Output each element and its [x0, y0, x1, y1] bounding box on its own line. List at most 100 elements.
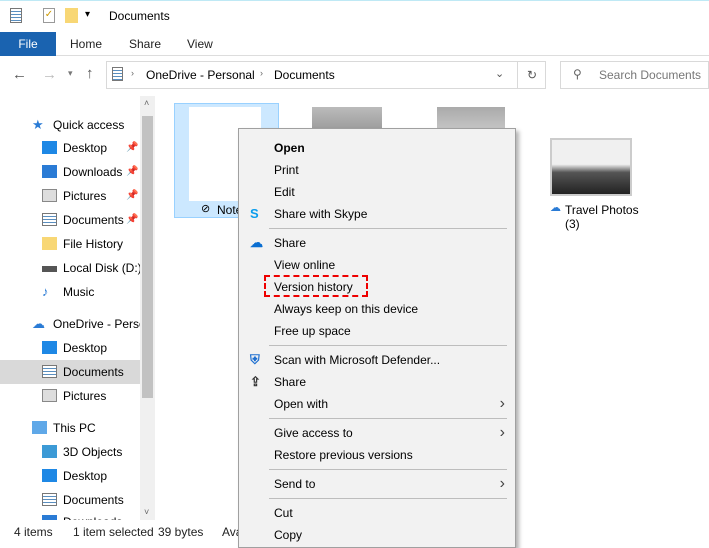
forward-icon[interactable]: →	[42, 66, 57, 83]
pin-icon[interactable]: 📌	[126, 208, 138, 232]
address-dropdown-icon[interactable]: ⌄	[495, 67, 504, 80]
documents-icon	[112, 67, 123, 81]
sidebar-item[interactable]: ♪ Music	[0, 280, 140, 304]
menu-separator	[269, 469, 507, 470]
menu-item-label: Open	[274, 141, 305, 155]
customize-toolbar-icon[interactable]: ▾	[85, 9, 90, 20]
new-folder-icon[interactable]	[65, 8, 78, 23]
menu-item-label: Give access to	[274, 426, 353, 440]
menu-item[interactable]: Give access to ›	[239, 422, 515, 444]
documents-icon	[42, 365, 57, 378]
sidebar-item-label: Desktop	[63, 141, 108, 155]
menu-item[interactable]: Open	[239, 137, 515, 159]
address-bar[interactable]: › OneDrive - Personal › Documents ⌄ ↻	[106, 61, 546, 89]
sidebar-item-label: This PC	[53, 421, 96, 435]
status-selected: 1 item selected	[73, 525, 154, 539]
menu-item-label: Free up space	[274, 324, 351, 338]
menu-item[interactable]: Share ☁	[239, 232, 515, 254]
sidebar-item[interactable]: Documents	[0, 360, 140, 384]
menu-item[interactable]: Scan with Microsoft Defender... ⛨	[239, 349, 515, 371]
recent-locations-icon[interactable]: ▾	[68, 68, 73, 79]
sidebar-item[interactable]: Downloads	[0, 510, 140, 520]
up-icon[interactable]: ↑	[86, 65, 94, 82]
onedrive-icon: ☁	[250, 235, 263, 250]
sidebar-item[interactable]: Documents 📌	[0, 208, 140, 232]
sidebar-item[interactable]: ☁ OneDrive - Personal	[0, 312, 140, 336]
menu-item[interactable]: Share with Skype S	[239, 203, 515, 225]
sidebar-item[interactable]: Pictures	[0, 384, 140, 408]
refresh-icon[interactable]: ↻	[517, 62, 546, 88]
menu-item-label: Print	[274, 163, 299, 177]
sidebar-item-label: File History	[63, 237, 124, 251]
pin-icon[interactable]: 📌	[126, 184, 138, 208]
pictures-icon	[42, 189, 57, 202]
search-input[interactable]: Search Documents	[560, 61, 709, 89]
scroll-up-icon[interactable]: ˄	[144, 98, 149, 108]
menu-separator	[269, 418, 507, 419]
nav-scrollbar-thumb[interactable]	[142, 116, 153, 398]
defender-icon: ⛨	[250, 352, 260, 367]
menu-separator	[269, 498, 507, 499]
pin-icon[interactable]: 📌	[126, 136, 138, 160]
pin-icon[interactable]: 📌	[126, 160, 138, 184]
sidebar-item[interactable]: Local Disk (D:)	[0, 256, 140, 280]
properties-icon[interactable]: ✓	[43, 8, 55, 23]
menu-item[interactable]: Send to ›	[239, 473, 515, 495]
tab-share[interactable]: Share	[129, 32, 161, 56]
sidebar-item[interactable]: Desktop	[0, 336, 140, 360]
folder-label: Travel Photos	[565, 203, 639, 217]
menu-item[interactable]: Restore previous versions	[239, 444, 515, 466]
scroll-down-icon[interactable]: ˅	[144, 507, 149, 517]
skype-icon: S	[250, 206, 259, 221]
status-bar: 4 items 1 item selected 39 bytes Availab…	[0, 520, 709, 545]
folder-icon	[42, 237, 57, 250]
menu-item-label: Restore previous versions	[274, 448, 413, 462]
menu-item[interactable]: Always keep on this device	[239, 298, 515, 320]
tab-home[interactable]: Home	[70, 32, 102, 56]
tab-view[interactable]: View	[187, 32, 213, 56]
status-size: 39 bytes	[158, 525, 204, 539]
sidebar-item[interactable]: Downloads 📌	[0, 160, 140, 184]
sidebar-item[interactable]: Desktop 📌	[0, 136, 140, 160]
sidebar-item[interactable]: Pictures 📌	[0, 184, 140, 208]
sidebar-item[interactable]: File History	[0, 232, 140, 256]
menu-item-label: Always keep on this device	[274, 302, 419, 316]
sidebar-item[interactable]: 3D Objects	[0, 440, 140, 464]
document-icon[interactable]	[10, 8, 22, 23]
sidebar-item-label: Documents	[63, 493, 124, 507]
cloud-icon: ☁	[32, 316, 45, 331]
menu-item[interactable]: View online	[239, 254, 515, 276]
folder-count: (3)	[565, 217, 580, 231]
sidebar-item[interactable]: Documents	[0, 488, 140, 512]
sidebar-item[interactable]: This PC	[0, 416, 140, 440]
back-icon[interactable]: ←	[12, 66, 27, 83]
desktop-icon	[42, 469, 57, 482]
menu-item[interactable]: Edit	[239, 181, 515, 203]
music-icon: ♪	[42, 284, 49, 299]
menu-item-label: Share	[274, 236, 307, 250]
menu-item-label: Scan with Microsoft Defender...	[274, 353, 441, 367]
context-menu: Open Print Edit Share with Skype S Share ☁ View…	[238, 128, 516, 548]
download-icon	[42, 165, 57, 178]
breadcrumb-documents[interactable]: Documents	[274, 68, 335, 82]
sidebar-item-label: 3D Objects	[63, 445, 123, 459]
chevron-right-icon: ›	[499, 475, 505, 492]
sidebar-item[interactable]: ★ Quick access	[0, 113, 140, 137]
sidebar-item-label: Quick access	[53, 118, 125, 132]
tab-file[interactable]: File	[0, 32, 56, 56]
share-icon: ⇪	[250, 374, 261, 389]
sidebar-item-label: Pictures	[63, 389, 107, 403]
menu-item-label: Share	[274, 375, 307, 389]
sidebar-item[interactable]: Desktop	[0, 464, 140, 488]
menu-item[interactable]: Print	[239, 159, 515, 181]
menu-item[interactable]: Share ⇪	[239, 371, 515, 393]
breadcrumb-onedrive[interactable]: OneDrive - Personal	[146, 68, 255, 82]
menu-separator	[269, 228, 507, 229]
folder-item-travel-photos[interactable]: ☁ Travel Photos (3)	[548, 137, 643, 232]
status-item-count: 4 items	[14, 525, 53, 539]
cloud-icon: ☁	[550, 202, 561, 214]
sidebar-item-label: Pictures	[63, 189, 107, 203]
menu-item[interactable]: Free up space	[239, 320, 515, 342]
menu-item[interactable]: Open with ›	[239, 393, 515, 415]
menu-item-label: Share with Skype	[274, 207, 368, 221]
